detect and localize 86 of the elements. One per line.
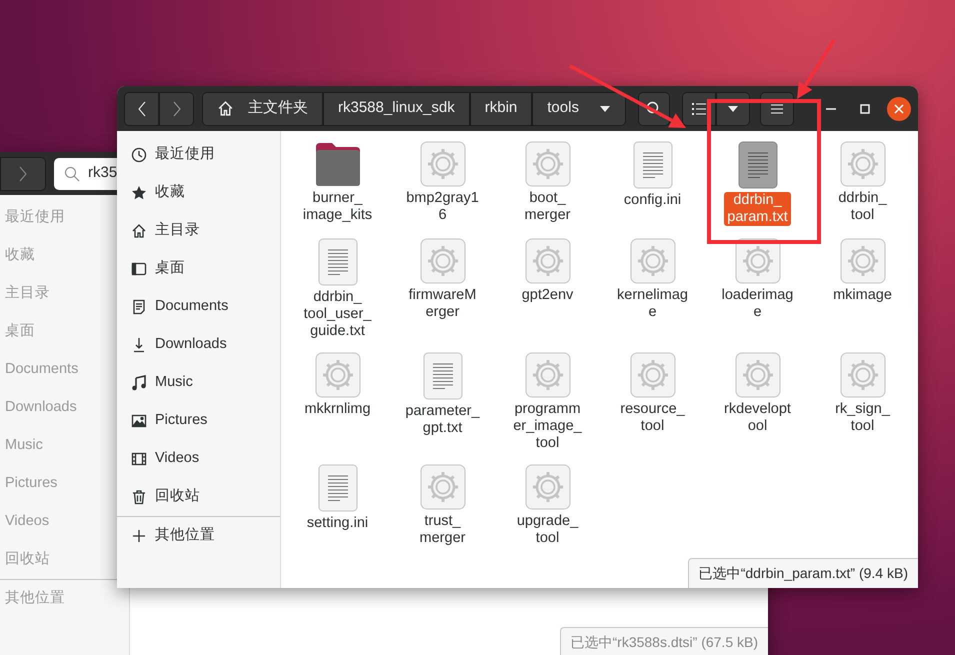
file-name[interactable]: boot_ merger xyxy=(522,190,574,224)
close-icon xyxy=(894,104,904,114)
file-name[interactable]: ddrbin_ tool_user_ guide.txt xyxy=(300,289,374,340)
file-name[interactable]: upgrade_ tool xyxy=(514,513,582,547)
gear-file-icon xyxy=(840,352,886,398)
download-icon xyxy=(131,337,147,353)
file-name[interactable]: ddrbin_ tool xyxy=(835,190,890,224)
file-name[interactable]: gpt2env xyxy=(518,287,576,304)
star-icon xyxy=(131,185,147,201)
annotation-arrow xyxy=(797,39,836,99)
desktop-icon xyxy=(131,261,147,277)
path-button[interactable]: rkbin xyxy=(470,92,532,126)
file-name[interactable]: loaderimag e xyxy=(718,287,796,321)
gear-file-icon xyxy=(524,238,570,284)
status-overlay: 已选中“ddrbin_param.txt” (9.4 kB) xyxy=(688,558,918,588)
file-name[interactable]: kernelimag e xyxy=(614,287,691,321)
minimize-icon xyxy=(826,108,836,110)
film-icon xyxy=(131,451,147,467)
back-button[interactable] xyxy=(124,92,159,126)
file-name[interactable]: mkimage xyxy=(830,287,895,304)
menu-icon xyxy=(770,104,783,114)
text-file-icon xyxy=(632,141,672,189)
chevron-right-icon xyxy=(172,100,180,116)
list-icon xyxy=(692,102,706,116)
file-name[interactable]: setting.ini xyxy=(304,515,372,532)
folder-icon xyxy=(314,141,362,187)
file-name[interactable]: burner_ image_kits xyxy=(300,190,376,224)
sidebar-item[interactable]: 其他位置 xyxy=(117,517,280,555)
gear-file-icon xyxy=(734,238,780,284)
gear-file-icon xyxy=(524,141,570,187)
file-name[interactable]: firmwareM erger xyxy=(406,287,480,321)
sidebar-item[interactable]: Documents xyxy=(117,288,280,326)
maximize-icon xyxy=(860,104,870,114)
sidebar-item[interactable]: Music xyxy=(117,364,280,402)
picture-icon xyxy=(131,413,147,429)
gear-file-icon xyxy=(420,464,466,510)
file-name[interactable]: mkkrnlimg xyxy=(301,401,374,418)
gear-file-icon xyxy=(840,238,886,284)
home-icon xyxy=(217,100,234,117)
file-name[interactable]: config.ini xyxy=(620,192,684,209)
chevron-left-icon xyxy=(138,100,146,116)
gear-file-icon xyxy=(734,352,780,398)
gear-file-icon xyxy=(630,238,676,284)
gear-file-icon xyxy=(840,141,886,187)
sidebar-item[interactable]: 回收站 xyxy=(117,478,280,516)
path-button[interactable]: tools xyxy=(532,92,626,126)
file-name[interactable]: rk_sign_ tool xyxy=(832,401,893,435)
close-button[interactable] xyxy=(887,96,911,120)
search-field[interactable]: rk35 xyxy=(54,158,118,190)
plus-icon xyxy=(131,528,147,544)
text-file-icon xyxy=(738,141,778,189)
clock-icon xyxy=(131,147,147,163)
status-overlay: 已选中“rk3588s.dtsi” (67.5 kB) xyxy=(560,627,768,655)
sidebar-item[interactable]: 主目录 xyxy=(117,212,280,250)
music-note-icon xyxy=(131,375,147,391)
text-file-icon xyxy=(422,352,462,400)
sidebar-item[interactable]: Pictures xyxy=(117,402,280,440)
sidebar-item[interactable]: 桌面 xyxy=(117,250,280,288)
document-icon xyxy=(131,299,147,315)
gear-file-icon xyxy=(630,352,676,398)
sidebar-item[interactable]: Videos xyxy=(117,440,280,478)
file-name[interactable]: parameter_ gpt.txt xyxy=(402,403,483,437)
file-name[interactable]: programm er_image_ tool xyxy=(510,401,585,452)
file-name[interactable]: ddrbin_ param.txt xyxy=(724,192,791,226)
path-button[interactable]: 主文件夹 xyxy=(202,92,323,126)
text-file-icon xyxy=(318,238,358,286)
trash-icon xyxy=(131,489,147,505)
file-name[interactable]: resource_ tool xyxy=(617,401,688,435)
file-name[interactable]: rkdevelopt ool xyxy=(721,401,794,435)
gear-file-icon xyxy=(524,464,570,510)
search-icon xyxy=(64,166,80,182)
sidebar-item[interactable]: 最近使用 xyxy=(117,136,280,174)
path-button[interactable]: rk3588_linux_sdk xyxy=(323,92,470,126)
gear-file-icon xyxy=(314,352,360,398)
sidebar-item[interactable]: Downloads xyxy=(117,326,280,364)
text-file-icon xyxy=(318,464,358,512)
caret-icon xyxy=(598,104,611,112)
sidebar-item[interactable]: 收藏 xyxy=(117,174,280,212)
chevron-right-icon xyxy=(19,166,27,182)
file-name[interactable]: trust_ merger xyxy=(416,513,468,547)
gear-file-icon xyxy=(524,352,570,398)
home-icon xyxy=(131,223,147,239)
file-name[interactable]: bmp2gray1 6 xyxy=(403,190,482,224)
gear-file-icon xyxy=(420,141,466,187)
gear-file-icon xyxy=(420,238,466,284)
caret-icon xyxy=(726,104,739,112)
